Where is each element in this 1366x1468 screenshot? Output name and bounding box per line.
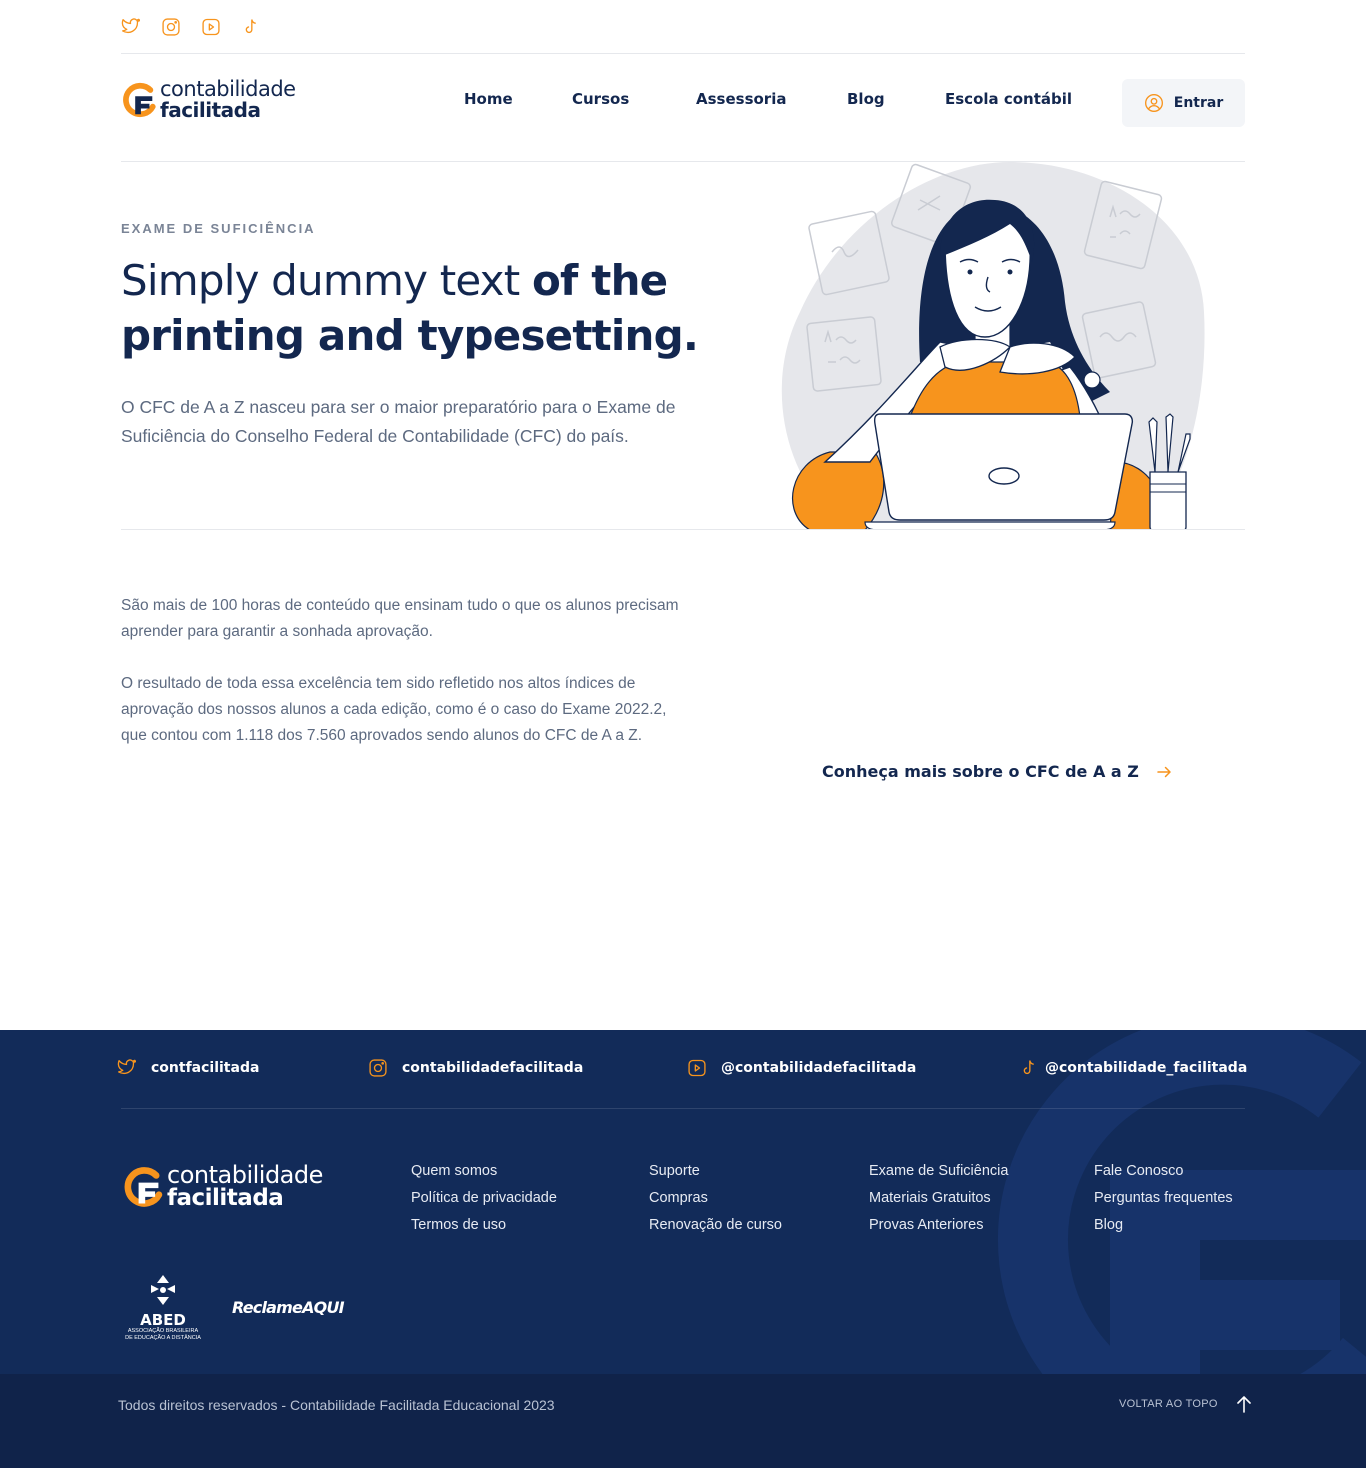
login-label: Entrar [1173,95,1224,111]
footer: contfacilitada contabilidadefacilitada @… [0,1030,1366,1468]
hero-text: O CFC de A a Z nasceu para ser o maior p… [121,397,676,446]
footer-link-politica-privacidade[interactable]: Política de privacidade [411,1189,557,1208]
content-paragraph-2: O resultado de toda essa excelência tem … [121,675,667,744]
footer-social-youtube[interactable]: @contabilidadefacilitada [687,1058,916,1078]
footer-link-perguntas-frequentes[interactable]: Perguntas frequentes [1094,1189,1233,1208]
arrow-right-icon [1157,766,1171,777]
hero-eyebrow: EXAME DE SUFICIÊNCIA [121,221,316,236]
abed-logo[interactable]: ABED ASSOCIAÇÃO BRASILEIRA DE EDUCAÇÃO A… [123,1273,203,1342]
logo-mark-icon [124,1166,163,1207]
footer-link-renovacao-curso[interactable]: Renovação de curso [649,1216,782,1235]
instagram-handle: contabilidadefacilitada [402,1060,584,1076]
hero-illustration [770,162,1210,530]
youtube-icon [688,1059,706,1077]
nav-assessoria[interactable]: Assessoria [696,90,786,108]
reclame-aqui-logo[interactable]: ReclameAQUI [232,1298,345,1317]
footer-link-blog[interactable]: Blog [1094,1216,1233,1235]
abed-subtitle-1: ASSOCIAÇÃO BRASILEIRA [127,1328,199,1334]
instagram-icon[interactable] [161,17,181,37]
nav-home[interactable]: Home [464,90,513,108]
footer-link-quem-somos[interactable]: Quem somos [411,1162,557,1181]
footer-column-3: Exame de Suficiência Materiais Gratuitos… [869,1162,1008,1235]
nav-escola-contabil[interactable]: Escola contábil [945,90,1072,108]
twitter-handle: contfacilitada [151,1060,260,1076]
nav-blog[interactable]: Blog [847,90,885,108]
abed-emblem-icon [151,1275,175,1305]
youtube-icon[interactable] [201,17,221,37]
copyright: Todos direitos reservados - Contabilidad… [118,1397,555,1413]
footer-column-2: Suporte Compras Renovação de curso [649,1162,782,1235]
back-to-top-label: VOLTAR AO TOPO [1119,1398,1218,1410]
hero-headline: Simply dummy text of the printing and ty… [121,253,721,363]
nav-cursos[interactable]: Cursos [572,90,629,108]
footer-social-twitter[interactable]: contfacilitada [117,1058,259,1078]
top-divider [121,53,1245,54]
back-to-top-button[interactable]: VOLTAR AO TOPO [1119,1395,1252,1413]
headline-light: Simply dummy text [121,256,532,305]
footer-link-fale-conosco[interactable]: Fale Conosco [1094,1162,1233,1181]
footer-logo-line1: contabilidade [167,1161,323,1189]
footer-link-provas-anteriores[interactable]: Provas Anteriores [869,1216,1008,1235]
youtube-handle: @contabilidadefacilitada [721,1060,917,1076]
twitter-icon[interactable] [121,17,141,37]
page: contabilidade facilitada Home Cursos Ass… [0,0,1366,1468]
hero-divider [121,529,1245,530]
tiktok-icon [1023,1060,1034,1075]
footer-column-1: Quem somos Política de privacidade Termo… [411,1162,557,1235]
footer-link-exame-suficiencia[interactable]: Exame de Suficiência [869,1162,1008,1181]
footer-social-instagram[interactable]: contabilidadefacilitada [368,1058,583,1078]
learn-more-link[interactable]: Conheça mais sobre o CFC de A a Z [822,762,1173,781]
footer-social-tiktok[interactable]: @contabilidade_facilitada [1019,1058,1247,1078]
user-circle-icon [1144,94,1163,112]
arrow-up-icon [1236,1396,1251,1413]
content-text: São mais de 100 horas de conteúdo que en… [121,593,681,749]
instagram-icon [369,1059,387,1077]
footer-column-4: Fale Conosco Perguntas frequentes Blog [1094,1162,1233,1235]
tiktok-handle: @contabilidade_facilitada [1045,1060,1248,1076]
top-social-bar [121,14,261,40]
footer-link-suporte[interactable]: Suporte [649,1162,782,1181]
abed-subtitle-2: DE EDUCAÇÃO A DISTÂNCIA [125,1335,201,1341]
footer-bottom-bar: Todos direitos reservados - Contabilidad… [0,1374,1366,1468]
twitter-icon [117,1059,136,1074]
headline-bold-1: of the [531,256,668,305]
content-paragraph-1: São mais de 100 horas de conteúdo que en… [121,597,679,640]
footer-logo[interactable]: contabilidade facilitada [121,1163,323,1210]
learn-more-label: Conheça mais sobre o CFC de A a Z [822,762,1139,781]
footer-link-compras[interactable]: Compras [649,1189,782,1208]
tiktok-icon[interactable] [241,17,261,37]
footer-logo-line2: facilitada [167,1185,284,1211]
abed-name: ABED [140,1311,186,1329]
login-button[interactable]: Entrar [1122,79,1245,127]
footer-link-materiais-gratuitos[interactable]: Materiais Gratuitos [869,1189,1008,1208]
footer-divider [121,1108,1245,1109]
footer-link-termos-uso[interactable]: Termos de uso [411,1216,557,1235]
headline-bold-2: printing and typesetting. [121,311,699,360]
